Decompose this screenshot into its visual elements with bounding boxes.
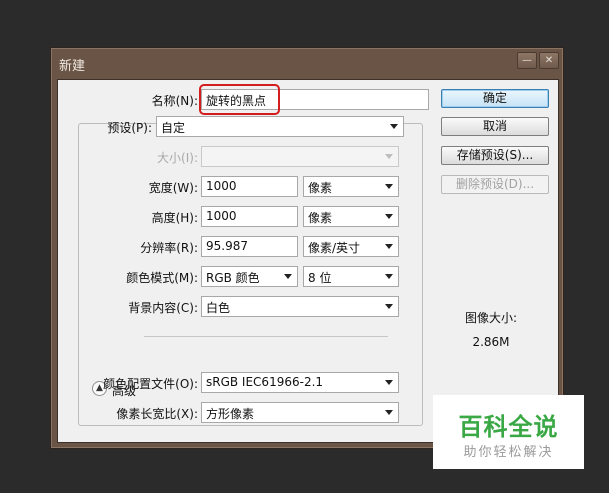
pixel-aspect-select[interactable]: 方形像素 (201, 402, 399, 423)
chevron-down-icon (385, 214, 393, 219)
background-select[interactable]: 白色 (201, 296, 399, 317)
background-label: 背景内容(C): (128, 301, 198, 315)
close-icon[interactable]: ✕ (539, 52, 559, 69)
height-unit-select[interactable]: 像素 (303, 206, 399, 227)
resolution-input[interactable]: 95.987 (201, 236, 298, 257)
size-label: 大小(I): (157, 151, 198, 165)
resolution-unit-value: 像素/英寸 (308, 241, 361, 255)
height-input[interactable]: 1000 (201, 206, 298, 227)
width-input[interactable]: 1000 (201, 176, 298, 197)
color-mode-value: RGB 颜色 (206, 271, 260, 285)
resolution-unit-select[interactable]: 像素/英寸 (303, 236, 399, 257)
chevron-down-icon (385, 154, 393, 159)
resolution-label: 分辨率(R): (140, 241, 198, 255)
width-unit-select[interactable]: 像素 (303, 176, 399, 197)
chevron-down-icon (385, 304, 393, 309)
color-profile-select[interactable]: sRGB IEC61966-2.1 (201, 372, 399, 393)
preset-label: 预设(P): (107, 121, 152, 135)
image-size-label: 图像大小: (464, 311, 518, 325)
dialog-body: 名称(N): 旋转的黑点 预设(P): 自定 大小(I): 宽度(W): 100… (57, 79, 559, 443)
height-unit-value: 像素 (308, 211, 333, 225)
pixel-aspect-label: 像素长宽比(X): (116, 407, 198, 421)
width-label: 宽度(W): (148, 181, 198, 195)
width-unit-value: 像素 (308, 181, 333, 195)
watermark-subtitle: 助你轻松解决 (463, 445, 554, 460)
chevron-down-icon (385, 184, 393, 189)
size-select (201, 146, 399, 167)
watermark: 百科全说 助你轻松解决 (433, 395, 584, 469)
chevron-down-icon (390, 124, 398, 129)
height-label: 高度(H): (151, 211, 198, 225)
chevron-down-icon (385, 410, 393, 415)
color-mode-label: 颜色模式(M): (126, 271, 198, 285)
bit-depth-select[interactable]: 8 位 (303, 266, 399, 287)
ok-button[interactable]: 确定 (441, 89, 549, 108)
delete-preset-button: 删除预设(D)... (441, 175, 549, 194)
bit-depth-value: 8 位 (308, 271, 332, 285)
minimize-icon[interactable]: — (517, 52, 537, 69)
watermark-title: 百科全说 (458, 413, 559, 441)
chevron-down-icon (385, 244, 393, 249)
chevron-down-icon (385, 274, 393, 279)
new-document-dialog: 新建 — ✕ 名称(N): 旋转的黑点 预设(P): 自定 大小(I): 宽度(… (50, 47, 564, 449)
chevron-down-icon (385, 380, 393, 385)
save-preset-button[interactable]: 存储预设(S)... (441, 146, 549, 165)
advanced-divider (144, 336, 388, 337)
color-profile-label: 颜色配置文件(O): (103, 377, 198, 391)
cancel-button[interactable]: 取消 (441, 117, 549, 136)
color-mode-select[interactable]: RGB 颜色 (201, 266, 298, 287)
preset-select[interactable]: 自定 (156, 116, 404, 137)
preset-value: 自定 (161, 121, 186, 135)
chevron-down-icon (284, 274, 292, 279)
highlight-box (199, 84, 280, 115)
color-profile-value: sRGB IEC61966-2.1 (206, 375, 324, 389)
background-value: 白色 (206, 301, 231, 315)
dialog-title: 新建 (59, 59, 86, 74)
name-label: 名称(N): (151, 94, 198, 108)
image-size-value: 2.86M (472, 335, 510, 349)
pixel-aspect-value: 方形像素 (206, 407, 255, 421)
